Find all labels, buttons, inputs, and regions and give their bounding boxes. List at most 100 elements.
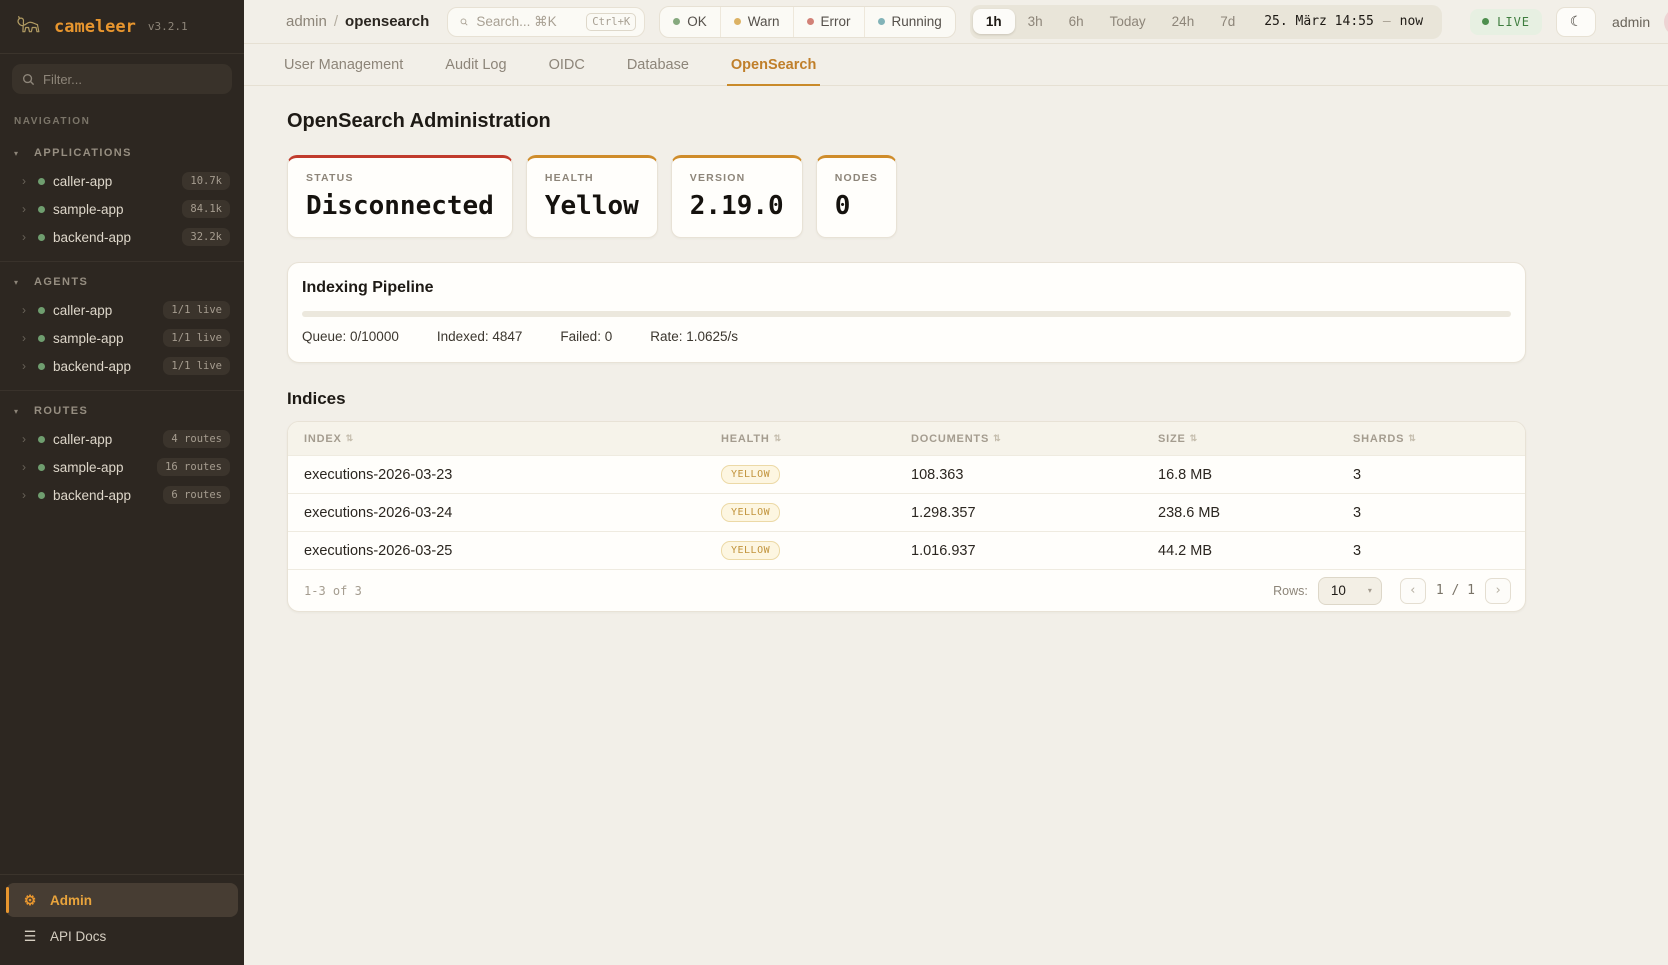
time-range-3h[interactable]: 3h [1015,9,1056,34]
status-filter-error[interactable]: Error [794,7,865,37]
time-range-7d[interactable]: 7d [1207,9,1248,34]
table-row[interactable]: executions-2026-03-25 YELLOW 1.016.937 4… [288,531,1525,569]
caret-down-icon: ▾ [1368,586,1372,595]
table-header-row: INDEX ⇅ HEALTH ⇅ DOCUMENTS ⇅ SIZE ⇅ [288,422,1525,455]
stat-label: STATUS [306,172,494,184]
sidebar-item-api-docs[interactable]: ☰ API Docs [6,919,238,953]
cell-shards: 3 [1337,467,1525,483]
sidebar-item-applications-backend-app[interactable]: › backend-app 32.2k [0,223,244,251]
running-dot-icon [878,18,885,25]
indices-table: INDEX ⇅ HEALTH ⇅ DOCUMENTS ⇅ SIZE ⇅ [287,421,1526,612]
sidebar-item-agents-caller-app[interactable]: › caller-app 1/1 live [0,296,244,324]
sidebar-item-applications-caller-app[interactable]: › caller-app 10.7k [0,167,244,195]
status-dot-icon [38,335,45,342]
live-label: LIVE [1497,15,1530,29]
column-header-index[interactable]: INDEX ⇅ [288,433,705,445]
tab-database[interactable]: Database [623,44,693,86]
section-header-agents[interactable]: ▾ AGENTS [0,268,244,296]
page-title: OpenSearch Administration [287,110,1526,133]
live-indicator[interactable]: LIVE [1470,9,1542,35]
camel-logo-icon [14,12,44,42]
theme-toggle-button[interactable]: ☾ [1556,7,1596,37]
sidebar-filter[interactable] [12,64,232,94]
column-header-health[interactable]: HEALTH ⇅ [705,433,895,445]
tab-user-management[interactable]: User Management [280,44,407,86]
rows-per-page-select[interactable]: 10 ▾ [1318,577,1382,605]
column-header-documents[interactable]: DOCUMENTS ⇅ [895,433,1142,445]
filter-input[interactable] [43,72,222,87]
breadcrumb-parent[interactable]: admin [286,13,327,30]
sidebar-item-routes-backend-app[interactable]: › backend-app 6 routes [0,481,244,509]
page-indicator: 1 / 1 [1436,583,1475,598]
time-range-6h[interactable]: 6h [1056,9,1097,34]
date-separator: — [1383,14,1391,29]
nav-section-applications: ▾ APPLICATIONS › caller-app 10.7k › samp… [0,133,244,262]
sort-icon: ⇅ [1190,433,1198,444]
item-badge: 32.2k [182,228,230,246]
tab-oidc[interactable]: OIDC [545,44,589,86]
tab-audit-log[interactable]: Audit Log [441,44,510,86]
stat-card-version: VERSION 2.19.0 [671,155,803,238]
health-badge: YELLOW [721,541,780,560]
gear-icon: ⚙ [22,892,38,909]
item-label: sample-app [53,202,174,217]
chevron-right-icon: › [22,231,30,243]
app-logo: cameleer v3.2.1 [0,0,244,54]
chevron-right-icon: › [22,175,30,187]
time-range-24h[interactable]: 24h [1159,9,1208,34]
time-range-1h[interactable]: 1h [973,9,1015,34]
pipeline-progress-bar [302,311,1511,317]
item-badge: 6 routes [163,486,230,504]
column-header-size[interactable]: SIZE ⇅ [1142,433,1337,445]
status-dot-icon [38,492,45,499]
cell-size: 238.6 MB [1142,505,1337,521]
sidebar-item-routes-sample-app[interactable]: › sample-app 16 routes [0,453,244,481]
item-label: backend-app [53,488,155,503]
section-header-applications[interactable]: ▾ APPLICATIONS [0,139,244,167]
breadcrumb-separator: / [334,13,338,30]
search-icon [22,73,35,86]
status-filter-warn[interactable]: Warn [721,7,794,37]
item-label: caller-app [53,174,174,189]
time-range-today[interactable]: Today [1097,9,1159,34]
pipeline-stat-failed: Failed: 0 [560,329,612,344]
status-filter-ok[interactable]: OK [660,7,721,37]
indexing-pipeline-card: Indexing Pipeline Queue: 0/10000 Indexed… [287,262,1526,363]
sort-icon: ⇅ [774,433,782,444]
section-header-routes[interactable]: ▾ ROUTES [0,397,244,425]
sidebar-item-applications-sample-app[interactable]: › sample-app 84.1k [0,195,244,223]
content-area: OpenSearch Administration STATUS Disconn… [244,86,1668,965]
prev-page-button[interactable]: ‹ [1400,578,1426,604]
table-footer: 1-3 of 3 Rows: 10 ▾ ‹ 1 / 1 › [288,569,1525,611]
item-label: caller-app [53,432,155,447]
global-search[interactable]: Ctrl+K [447,7,645,37]
sort-icon: ⇅ [1408,433,1416,444]
date-range-display[interactable]: 25. März 14:55 — now [1248,14,1439,29]
search-input[interactable] [476,14,578,29]
app-name: cameleer [54,17,136,37]
next-page-button[interactable]: › [1485,578,1511,604]
sidebar-item-admin[interactable]: ⚙ Admin [6,883,238,917]
avatar[interactable]: AD [1664,8,1668,36]
status-filter-running[interactable]: Running [865,7,955,37]
column-header-shards[interactable]: SHARDS ⇅ [1337,433,1525,445]
sidebar-item-agents-sample-app[interactable]: › sample-app 1/1 live [0,324,244,352]
chevron-right-icon: › [22,360,30,372]
sidebar-item-routes-caller-app[interactable]: › caller-app 4 routes [0,425,244,453]
sidebar-nav: ▾ APPLICATIONS › caller-app 10.7k › samp… [0,133,244,874]
tab-opensearch[interactable]: OpenSearch [727,44,820,86]
cell-index: executions-2026-03-25 [288,543,705,559]
item-badge: 1/1 live [163,329,230,347]
breadcrumb-current: opensearch [345,13,429,30]
stat-cards: STATUS Disconnected HEALTH Yellow VERSIO… [287,155,1526,238]
sidebar-item-agents-backend-app[interactable]: › backend-app 1/1 live [0,352,244,380]
cell-index: executions-2026-03-23 [288,467,705,483]
item-badge: 1/1 live [163,357,230,375]
status-dot-icon [38,436,45,443]
table-row[interactable]: executions-2026-03-24 YELLOW 1.298.357 2… [288,493,1525,531]
status-dot-icon [38,178,45,185]
cell-size: 16.8 MB [1142,467,1337,483]
item-label: caller-app [53,303,155,318]
table-row[interactable]: executions-2026-03-23 YELLOW 108.363 16.… [288,455,1525,493]
item-label: sample-app [53,460,149,475]
